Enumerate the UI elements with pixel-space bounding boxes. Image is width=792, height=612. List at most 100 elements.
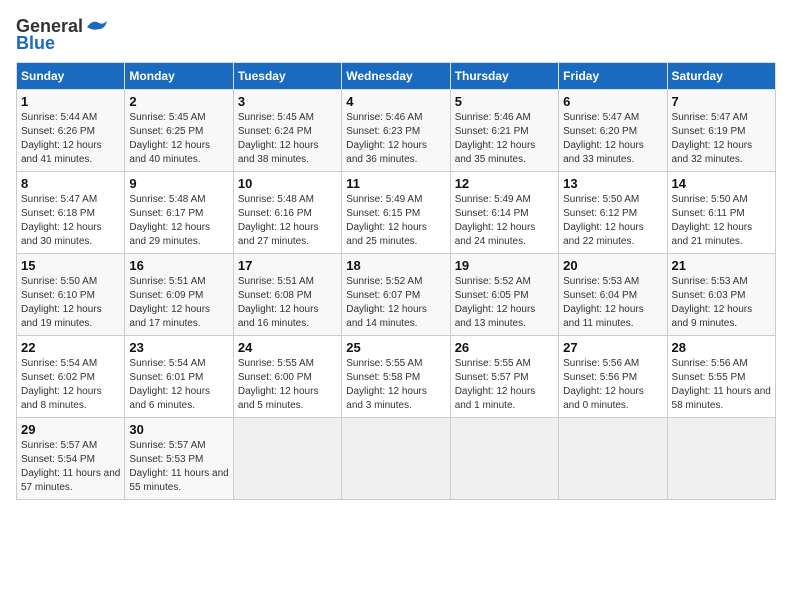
day-info: Sunrise: 5:45 AM Sunset: 6:24 PM Dayligh… <box>238 111 337 167</box>
day-info: Sunrise: 5:51 AM Sunset: 6:09 PM Dayligh… <box>129 275 228 331</box>
day-number: 13 <box>563 176 662 191</box>
day-info: Sunrise: 5:49 AM Sunset: 6:14 PM Dayligh… <box>455 193 554 249</box>
weekday-header-wednesday: Wednesday <box>342 63 450 90</box>
day-number: 15 <box>21 258 120 273</box>
day-info: Sunrise: 5:56 AM Sunset: 5:55 PM Dayligh… <box>672 357 771 413</box>
calendar-cell: 13 Sunrise: 5:50 AM Sunset: 6:12 PM Dayl… <box>559 172 667 254</box>
calendar-cell: 24 Sunrise: 5:55 AM Sunset: 6:00 PM Dayl… <box>233 336 341 418</box>
calendar-cell: 16 Sunrise: 5:51 AM Sunset: 6:09 PM Dayl… <box>125 254 233 336</box>
calendar-cell: 11 Sunrise: 5:49 AM Sunset: 6:15 PM Dayl… <box>342 172 450 254</box>
day-info: Sunrise: 5:54 AM Sunset: 6:01 PM Dayligh… <box>129 357 228 413</box>
day-number: 16 <box>129 258 228 273</box>
day-number: 27 <box>563 340 662 355</box>
calendar-cell: 5 Sunrise: 5:46 AM Sunset: 6:21 PM Dayli… <box>450 90 558 172</box>
day-number: 28 <box>672 340 771 355</box>
calendar-week-2: 8 Sunrise: 5:47 AM Sunset: 6:18 PM Dayli… <box>17 172 776 254</box>
day-number: 1 <box>21 94 120 109</box>
weekday-header-saturday: Saturday <box>667 63 775 90</box>
day-number: 25 <box>346 340 445 355</box>
day-number: 26 <box>455 340 554 355</box>
day-info: Sunrise: 5:50 AM Sunset: 6:12 PM Dayligh… <box>563 193 662 249</box>
day-info: Sunrise: 5:52 AM Sunset: 6:07 PM Dayligh… <box>346 275 445 331</box>
day-number: 23 <box>129 340 228 355</box>
calendar-cell: 17 Sunrise: 5:51 AM Sunset: 6:08 PM Dayl… <box>233 254 341 336</box>
day-info: Sunrise: 5:47 AM Sunset: 6:19 PM Dayligh… <box>672 111 771 167</box>
day-info: Sunrise: 5:55 AM Sunset: 6:00 PM Dayligh… <box>238 357 337 413</box>
calendar-week-3: 15 Sunrise: 5:50 AM Sunset: 6:10 PM Dayl… <box>17 254 776 336</box>
logo-blue-text: Blue <box>16 33 55 54</box>
calendar-cell: 20 Sunrise: 5:53 AM Sunset: 6:04 PM Dayl… <box>559 254 667 336</box>
calendar-cell: 29 Sunrise: 5:57 AM Sunset: 5:54 PM Dayl… <box>17 418 125 500</box>
day-number: 2 <box>129 94 228 109</box>
day-number: 5 <box>455 94 554 109</box>
day-number: 7 <box>672 94 771 109</box>
calendar-cell: 19 Sunrise: 5:52 AM Sunset: 6:05 PM Dayl… <box>450 254 558 336</box>
page-header: General Blue <box>16 16 776 54</box>
day-info: Sunrise: 5:49 AM Sunset: 6:15 PM Dayligh… <box>346 193 445 249</box>
calendar-week-1: 1 Sunrise: 5:44 AM Sunset: 6:26 PM Dayli… <box>17 90 776 172</box>
day-info: Sunrise: 5:55 AM Sunset: 5:58 PM Dayligh… <box>346 357 445 413</box>
day-number: 20 <box>563 258 662 273</box>
calendar-week-4: 22 Sunrise: 5:54 AM Sunset: 6:02 PM Dayl… <box>17 336 776 418</box>
day-number: 30 <box>129 422 228 437</box>
calendar-cell: 9 Sunrise: 5:48 AM Sunset: 6:17 PM Dayli… <box>125 172 233 254</box>
day-info: Sunrise: 5:48 AM Sunset: 6:17 PM Dayligh… <box>129 193 228 249</box>
day-info: Sunrise: 5:44 AM Sunset: 6:26 PM Dayligh… <box>21 111 120 167</box>
weekday-header-friday: Friday <box>559 63 667 90</box>
day-info: Sunrise: 5:48 AM Sunset: 6:16 PM Dayligh… <box>238 193 337 249</box>
calendar-cell: 8 Sunrise: 5:47 AM Sunset: 6:18 PM Dayli… <box>17 172 125 254</box>
calendar-cell <box>450 418 558 500</box>
calendar-cell <box>559 418 667 500</box>
calendar-table: SundayMondayTuesdayWednesdayThursdayFrid… <box>16 62 776 500</box>
day-number: 24 <box>238 340 337 355</box>
calendar-cell: 26 Sunrise: 5:55 AM Sunset: 5:57 PM Dayl… <box>450 336 558 418</box>
day-info: Sunrise: 5:57 AM Sunset: 5:53 PM Dayligh… <box>129 439 228 495</box>
calendar-cell: 15 Sunrise: 5:50 AM Sunset: 6:10 PM Dayl… <box>17 254 125 336</box>
day-info: Sunrise: 5:50 AM Sunset: 6:11 PM Dayligh… <box>672 193 771 249</box>
calendar-cell: 2 Sunrise: 5:45 AM Sunset: 6:25 PM Dayli… <box>125 90 233 172</box>
logo-bird-icon <box>85 19 107 35</box>
calendar-cell: 28 Sunrise: 5:56 AM Sunset: 5:55 PM Dayl… <box>667 336 775 418</box>
calendar-cell: 14 Sunrise: 5:50 AM Sunset: 6:11 PM Dayl… <box>667 172 775 254</box>
day-info: Sunrise: 5:53 AM Sunset: 6:04 PM Dayligh… <box>563 275 662 331</box>
logo: General Blue <box>16 16 107 54</box>
calendar-cell: 6 Sunrise: 5:47 AM Sunset: 6:20 PM Dayli… <box>559 90 667 172</box>
calendar-cell: 3 Sunrise: 5:45 AM Sunset: 6:24 PM Dayli… <box>233 90 341 172</box>
day-number: 11 <box>346 176 445 191</box>
calendar-cell: 7 Sunrise: 5:47 AM Sunset: 6:19 PM Dayli… <box>667 90 775 172</box>
calendar-cell <box>233 418 341 500</box>
calendar-cell: 23 Sunrise: 5:54 AM Sunset: 6:01 PM Dayl… <box>125 336 233 418</box>
day-info: Sunrise: 5:56 AM Sunset: 5:56 PM Dayligh… <box>563 357 662 413</box>
day-info: Sunrise: 5:51 AM Sunset: 6:08 PM Dayligh… <box>238 275 337 331</box>
calendar-cell: 27 Sunrise: 5:56 AM Sunset: 5:56 PM Dayl… <box>559 336 667 418</box>
day-info: Sunrise: 5:54 AM Sunset: 6:02 PM Dayligh… <box>21 357 120 413</box>
calendar-cell: 12 Sunrise: 5:49 AM Sunset: 6:14 PM Dayl… <box>450 172 558 254</box>
day-number: 9 <box>129 176 228 191</box>
day-info: Sunrise: 5:47 AM Sunset: 6:20 PM Dayligh… <box>563 111 662 167</box>
day-number: 12 <box>455 176 554 191</box>
day-info: Sunrise: 5:46 AM Sunset: 6:21 PM Dayligh… <box>455 111 554 167</box>
calendar-cell: 30 Sunrise: 5:57 AM Sunset: 5:53 PM Dayl… <box>125 418 233 500</box>
day-number: 29 <box>21 422 120 437</box>
weekday-header-monday: Monday <box>125 63 233 90</box>
calendar-week-5: 29 Sunrise: 5:57 AM Sunset: 5:54 PM Dayl… <box>17 418 776 500</box>
day-info: Sunrise: 5:57 AM Sunset: 5:54 PM Dayligh… <box>21 439 120 495</box>
day-info: Sunrise: 5:53 AM Sunset: 6:03 PM Dayligh… <box>672 275 771 331</box>
calendar-cell: 18 Sunrise: 5:52 AM Sunset: 6:07 PM Dayl… <box>342 254 450 336</box>
calendar-cell: 21 Sunrise: 5:53 AM Sunset: 6:03 PM Dayl… <box>667 254 775 336</box>
day-info: Sunrise: 5:50 AM Sunset: 6:10 PM Dayligh… <box>21 275 120 331</box>
day-info: Sunrise: 5:55 AM Sunset: 5:57 PM Dayligh… <box>455 357 554 413</box>
day-number: 19 <box>455 258 554 273</box>
day-number: 3 <box>238 94 337 109</box>
day-number: 4 <box>346 94 445 109</box>
day-number: 6 <box>563 94 662 109</box>
calendar-cell <box>667 418 775 500</box>
calendar-cell: 22 Sunrise: 5:54 AM Sunset: 6:02 PM Dayl… <box>17 336 125 418</box>
day-info: Sunrise: 5:46 AM Sunset: 6:23 PM Dayligh… <box>346 111 445 167</box>
day-number: 18 <box>346 258 445 273</box>
day-info: Sunrise: 5:47 AM Sunset: 6:18 PM Dayligh… <box>21 193 120 249</box>
day-number: 8 <box>21 176 120 191</box>
day-number: 14 <box>672 176 771 191</box>
calendar-cell: 4 Sunrise: 5:46 AM Sunset: 6:23 PM Dayli… <box>342 90 450 172</box>
day-info: Sunrise: 5:45 AM Sunset: 6:25 PM Dayligh… <box>129 111 228 167</box>
